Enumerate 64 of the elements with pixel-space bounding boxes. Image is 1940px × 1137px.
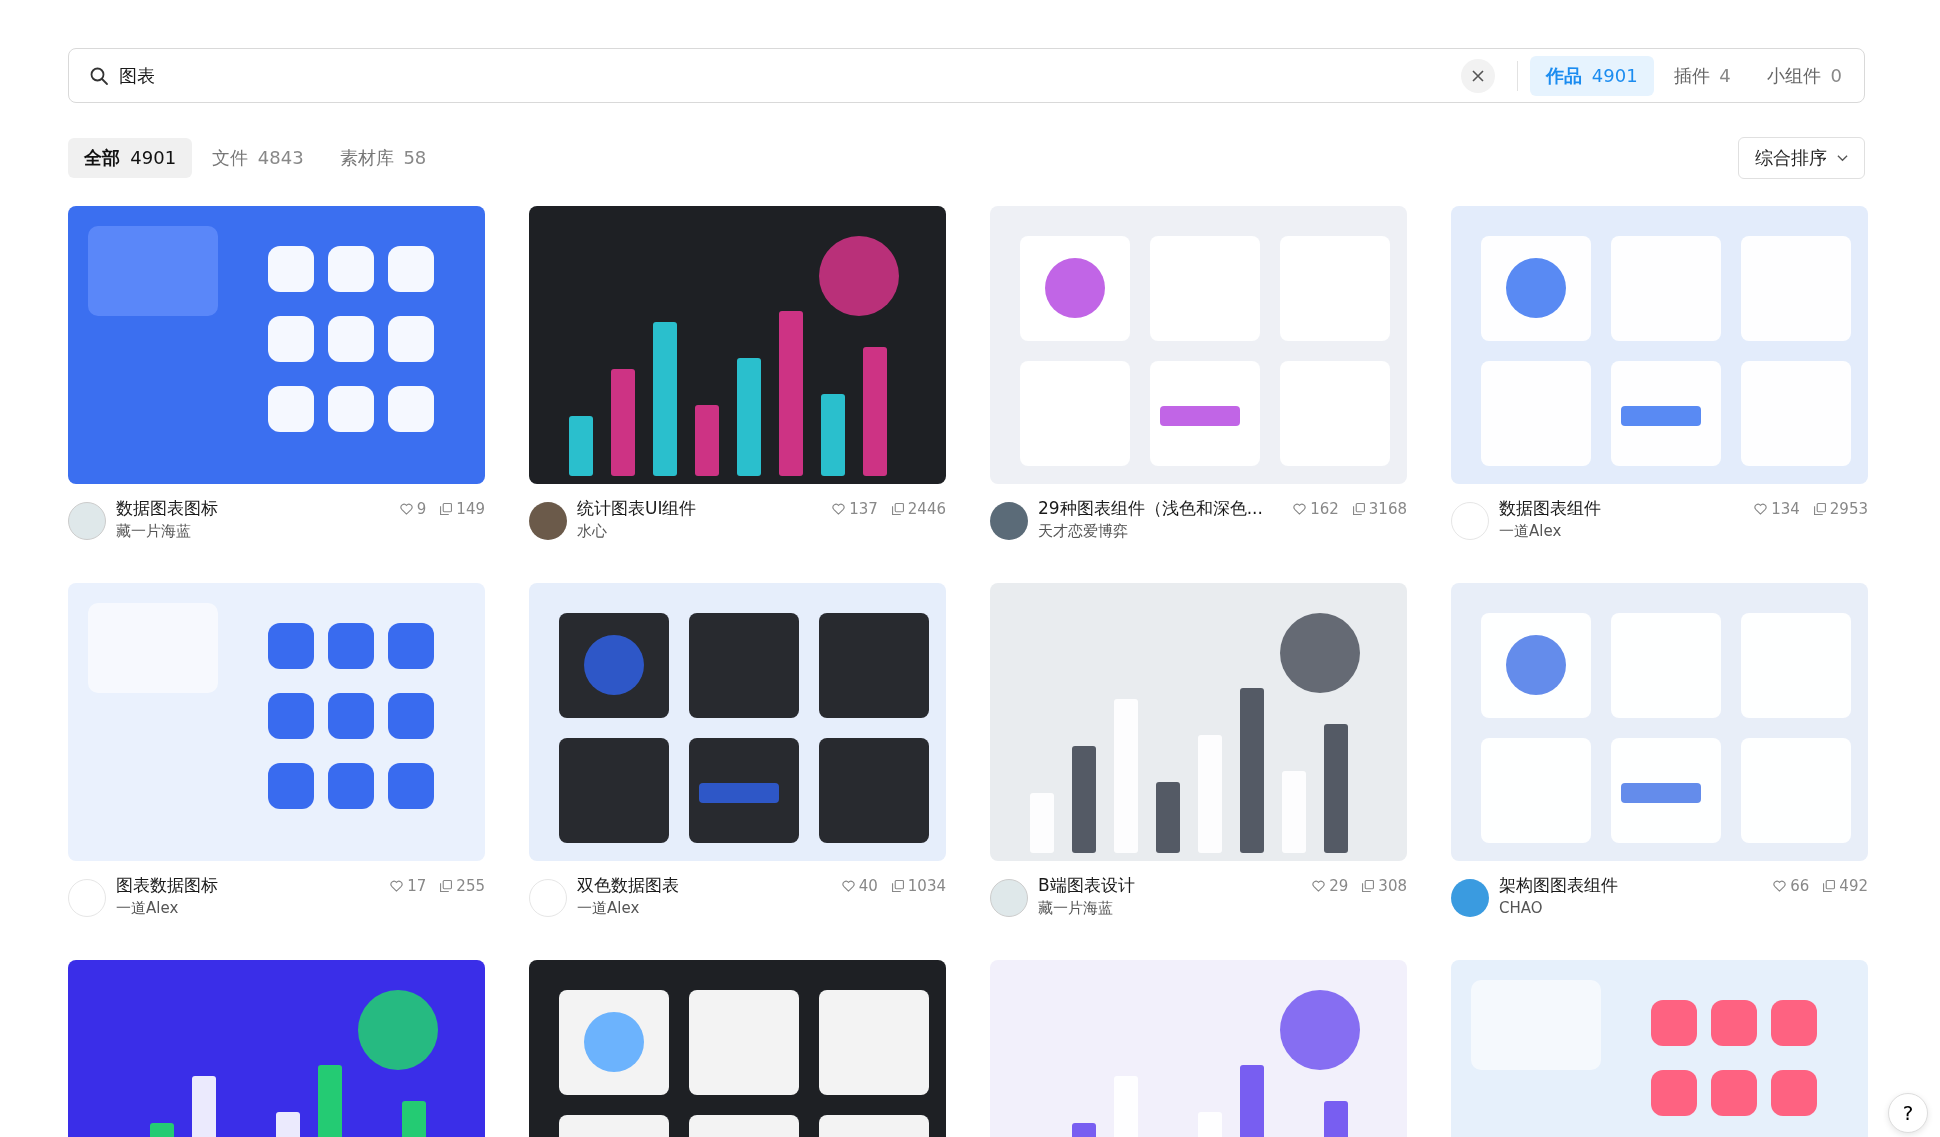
- author-name[interactable]: CHAO: [1499, 897, 1774, 919]
- heart-icon: [390, 880, 404, 892]
- copy-count: 1034: [907, 877, 946, 895]
- like-count: 29: [1329, 877, 1349, 895]
- copy-icon: [1362, 880, 1375, 892]
- card-title[interactable]: 架构图图表组件: [1499, 873, 1774, 897]
- filter-tab[interactable]: 全部 4901: [68, 138, 193, 178]
- heart-icon: [841, 880, 855, 892]
- card-title[interactable]: B端图表设计: [1038, 873, 1313, 897]
- author-name[interactable]: 一道Alex: [116, 897, 391, 919]
- author-name[interactable]: 天才恋爱博弈: [1038, 520, 1294, 542]
- help-button[interactable]: ?: [1888, 1093, 1928, 1133]
- card-title[interactable]: 统计图表UI组件: [577, 496, 833, 520]
- heart-icon: [1754, 503, 1768, 515]
- copy-count: 2953: [1829, 500, 1868, 518]
- copy-count: 3168: [1368, 500, 1407, 518]
- chevron-icon: [1837, 154, 1848, 162]
- like-count: 162: [1310, 500, 1339, 518]
- like-count: 137: [849, 500, 878, 518]
- copy-count: 255: [456, 877, 485, 895]
- search-field[interactable]: 图表: [117, 64, 1461, 87]
- copy-icon: [440, 503, 453, 515]
- heart-icon: [1312, 880, 1326, 892]
- copy-icon: [1352, 503, 1365, 515]
- author-name[interactable]: 藏一片海蓝: [116, 520, 400, 542]
- search-icon: [89, 65, 109, 86]
- copy-count: 492: [1839, 877, 1868, 895]
- copy-icon: [1813, 503, 1826, 515]
- heart-icon: [832, 503, 846, 515]
- like-count: 40: [858, 877, 878, 895]
- filter-tab[interactable]: 素材库 58: [323, 138, 443, 178]
- author-name[interactable]: 一道Alex: [577, 897, 842, 919]
- author-name[interactable]: 一道Alex: [1499, 520, 1755, 542]
- close-icon: [1470, 68, 1485, 83]
- scope-tab[interactable]: 小组件 0: [1750, 55, 1858, 96]
- like-count: 17: [407, 877, 427, 895]
- scope-tab[interactable]: 插件 4: [1657, 55, 1747, 96]
- copy-count: 308: [1378, 877, 1407, 895]
- author-name[interactable]: 藏一片海蓝: [1038, 897, 1313, 919]
- clear-button[interactable]: [1460, 58, 1495, 93]
- heart-icon: [399, 503, 413, 515]
- copy-count: 2446: [907, 500, 946, 518]
- like-count: 66: [1790, 877, 1810, 895]
- like-count: 134: [1771, 500, 1800, 518]
- copy-icon: [891, 503, 904, 515]
- sort-dropdown[interactable]: 综合排序: [1738, 137, 1865, 179]
- heart-icon: [1293, 503, 1307, 515]
- card-title[interactable]: 数据图表组件: [1499, 496, 1755, 520]
- filter-tab[interactable]: 文件 4843: [196, 138, 320, 178]
- search-bar[interactable]: 图表 作品 4901 插件 4 小组件 0: [68, 48, 1865, 103]
- like-count: 9: [416, 500, 427, 518]
- copy-icon: [440, 880, 453, 892]
- avatar[interactable]: [1451, 879, 1489, 917]
- card-title[interactable]: 29种图表组件（浅色和深色...: [1038, 496, 1294, 520]
- card-title[interactable]: 图表数据图标: [116, 873, 391, 897]
- copy-icon: [1823, 880, 1836, 892]
- avatar[interactable]: [529, 502, 567, 540]
- card-title[interactable]: 双色数据图表: [577, 873, 842, 897]
- copy-count: 149: [456, 500, 485, 518]
- avatar[interactable]: [990, 502, 1028, 540]
- author-name[interactable]: 水心: [577, 520, 833, 542]
- copy-icon: [891, 880, 904, 892]
- heart-icon: [1773, 880, 1787, 892]
- card-title[interactable]: 数据图表图标: [116, 496, 400, 520]
